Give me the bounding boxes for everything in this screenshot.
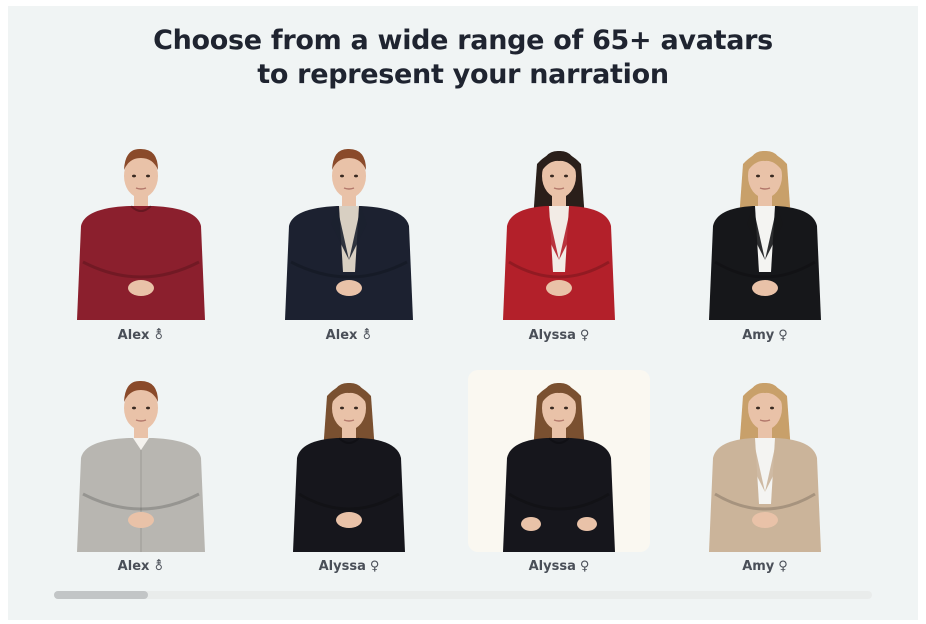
avatar-portrait [709, 150, 821, 320]
scrollbar-thumb[interactable] [54, 591, 148, 599]
avatar-portrait [285, 148, 413, 320]
avatar-card[interactable] [674, 138, 856, 320]
page-title: Choose from a wide range of 65+ avatars [153, 25, 773, 56]
avatar-portrait [77, 148, 205, 320]
avatar-card[interactable] [674, 370, 856, 552]
avatar-name: Alex ⚨ [325, 328, 373, 343]
avatar-name: Amy ♀ [742, 328, 788, 343]
horizontal-scrollbar[interactable] [54, 591, 872, 599]
avatar-card[interactable] [258, 370, 440, 552]
avatar-card[interactable] [468, 138, 650, 320]
male-symbol-icon: ⚨ [361, 328, 373, 343]
avatar-name: Alex ⚨ [117, 328, 165, 343]
female-symbol-icon: ♀ [778, 559, 788, 574]
avatar-name: Alyssa ♀ [528, 328, 590, 343]
female-symbol-icon: ♀ [579, 328, 590, 343]
avatar-portrait [503, 150, 615, 320]
avatar-portrait [503, 382, 615, 552]
male-symbol-icon: ⚨ [153, 328, 165, 343]
avatar-portrait [77, 380, 205, 552]
avatar-card-selected[interactable] [468, 370, 650, 552]
avatar-gallery-panel: Choose from a wide range of 65+ avatars … [8, 6, 918, 620]
avatar-name: Alex ⚨ [117, 559, 165, 574]
female-symbol-icon: ♀ [369, 559, 380, 574]
avatar-card[interactable] [50, 138, 232, 320]
avatar-name: Alyssa ♀ [528, 559, 590, 574]
avatar-name: Alyssa ♀ [318, 559, 380, 574]
avatar-card[interactable] [258, 138, 440, 320]
female-symbol-icon: ♀ [579, 559, 590, 574]
page-subtitle: to represent your narration [257, 59, 669, 90]
avatar-name: Amy ♀ [742, 559, 788, 574]
avatar-portrait [709, 382, 821, 552]
male-symbol-icon: ⚨ [153, 559, 165, 574]
female-symbol-icon: ♀ [778, 328, 788, 343]
avatar-portrait [293, 382, 405, 552]
avatar-card[interactable] [50, 370, 232, 552]
